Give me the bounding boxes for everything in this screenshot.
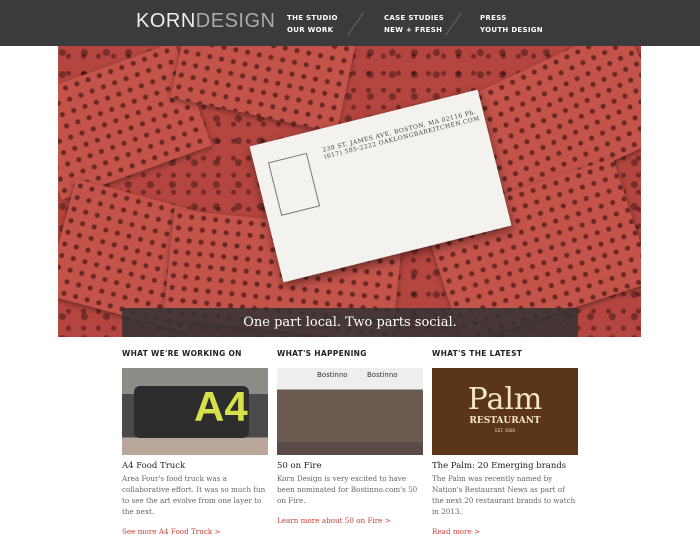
post-title[interactable]: A4 Food Truck	[122, 461, 268, 471]
nav-divider	[445, 12, 462, 36]
column-heading: WHAT WE'RE WORKING ON	[122, 349, 242, 358]
bostinno-text: Bostinno	[317, 371, 348, 379]
post-title[interactable]: The Palm: 20 Emerging brands	[432, 461, 578, 471]
palm-logo-image[interactable]: Palm RESTAURANT EST. 1926	[432, 368, 578, 455]
palm-logo-text: Palm	[467, 382, 543, 417]
column-working-on: WHAT WE'RE WORKING ON A4 A4 Food Truck A…	[122, 349, 268, 536]
palm-est-text: EST. 1926	[495, 428, 515, 433]
nav-new-fresh[interactable]: NEW + FRESH	[384, 24, 444, 36]
bostinno-text: Bostinno	[367, 371, 398, 379]
nav-our-work[interactable]: OUR WORK	[287, 24, 338, 36]
nav-group-1: THE STUDIO OUR WORK	[287, 12, 338, 36]
nav-divider	[347, 12, 364, 36]
logo[interactable]: KORNDESIGN	[136, 10, 275, 33]
nav-group-3: PRESS YOUTH DESIGN	[480, 12, 543, 36]
post-title[interactable]: 50 on Fire	[277, 461, 423, 471]
nav-case-studies[interactable]: CASE STUDIES	[384, 12, 444, 24]
emblem	[267, 152, 321, 216]
food-truck-image[interactable]: A4	[122, 368, 268, 455]
column-happening: WHAT'S HAPPENING Bostinno Bostinno 50 on…	[277, 349, 423, 525]
read-more-link[interactable]: Read more >	[432, 527, 578, 536]
nav-press[interactable]: PRESS	[480, 12, 543, 24]
nav-group-2: CASE STUDIES NEW + FRESH	[384, 12, 444, 36]
logo-light: DESIGN	[195, 10, 276, 32]
palm-restaurant-text: RESTAURANT	[469, 416, 541, 426]
nav-the-studio[interactable]: THE STUDIO	[287, 12, 338, 24]
post-body: The Palm was recently named by Nation's …	[432, 474, 576, 516]
column-heading: WHAT'S THE LATEST	[432, 349, 523, 358]
column-heading: WHAT'S HAPPENING	[277, 349, 367, 358]
hero-caption: One part local. Two parts social.	[122, 308, 578, 337]
read-more-link[interactable]: See more A4 Food Truck >	[122, 527, 268, 536]
post-body: Area Four's food truck was a collaborati…	[122, 474, 266, 516]
column-latest: WHAT'S THE LATEST Palm RESTAURANT EST. 1…	[432, 349, 578, 536]
card-address: 238 ST. JAMES AVE, BOSTON, MA 02116 Ph. …	[321, 108, 481, 161]
post-body: Korn Design is very excited to have been…	[277, 474, 418, 505]
logo-bold: KORN	[136, 10, 196, 32]
bostinno-image[interactable]: Bostinno Bostinno	[277, 368, 423, 455]
truck-a4-text: A4	[194, 383, 248, 430]
nav-youth-design[interactable]: YOUTH DESIGN	[480, 24, 543, 36]
hero-banner[interactable]: 238 ST. JAMES AVE, BOSTON, MA 02116 Ph. …	[58, 46, 641, 337]
site-header: KORNDESIGN THE STUDIO OUR WORK CASE STUD…	[0, 0, 700, 46]
read-more-link[interactable]: Learn more about 50 on Fire >	[277, 516, 423, 525]
